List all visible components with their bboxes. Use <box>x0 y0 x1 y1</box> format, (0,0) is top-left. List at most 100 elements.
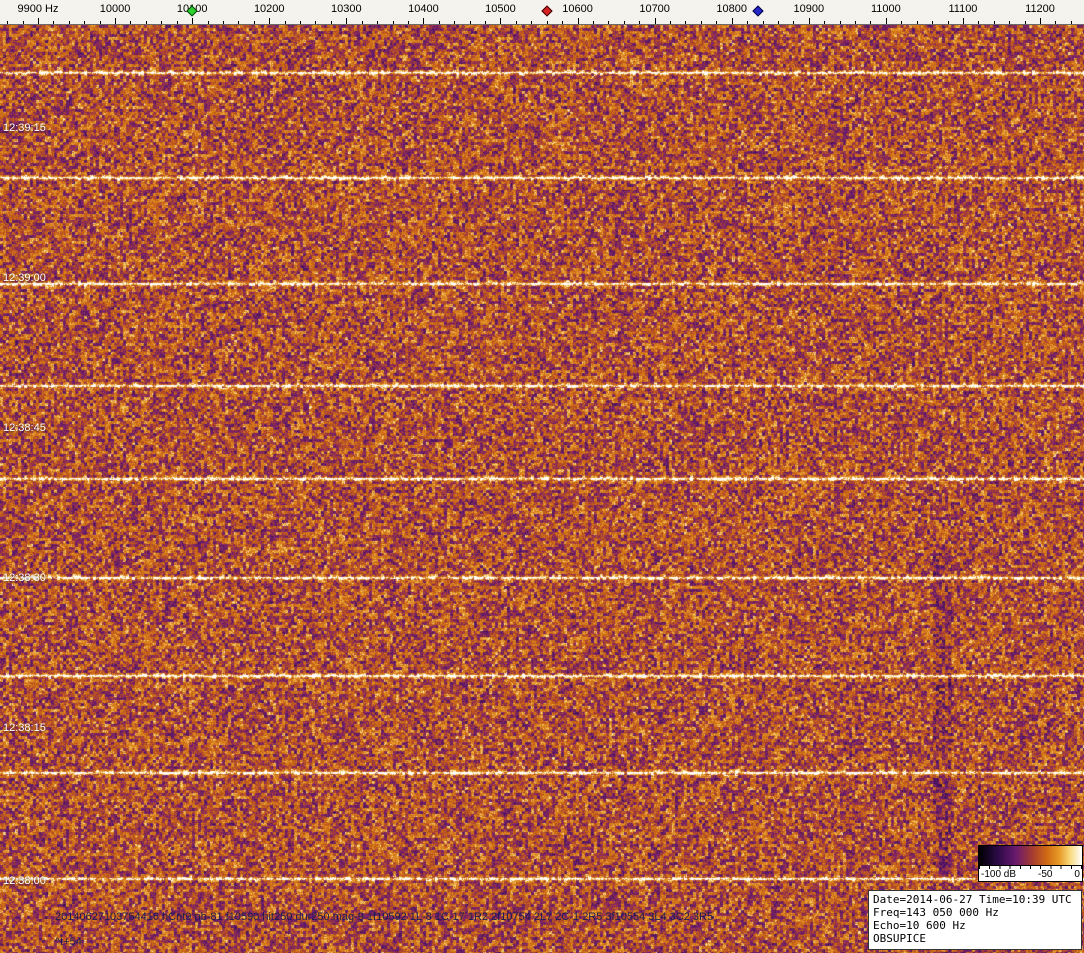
freq-tick <box>208 21 209 24</box>
freq-tick <box>1055 21 1056 24</box>
freq-tick <box>901 21 902 24</box>
freq-axis-label: 11100 <box>948 3 977 15</box>
scale-label-max: 0 <box>1074 869 1080 880</box>
freq-tick <box>732 18 733 24</box>
freq-tick <box>346 18 347 24</box>
time-label: 12:39:00 <box>3 272 46 284</box>
freq-tick <box>470 21 471 24</box>
freq-tick <box>716 21 717 24</box>
freq-axis-label: 10700 <box>639 3 670 15</box>
freq-tick <box>824 21 825 24</box>
freq-tick <box>53 21 54 24</box>
freq-tick <box>1040 18 1041 24</box>
freq-axis-label: 10300 <box>331 3 362 15</box>
freq-tick <box>285 21 286 24</box>
freq-tick <box>269 18 270 24</box>
intensity-scale-panel: -100 dB -50 0 <box>978 845 1083 882</box>
freq-tick <box>223 21 224 24</box>
freq-tick <box>978 21 979 24</box>
cursor-readout-text: ^t+54 <box>55 936 82 948</box>
freq-tick <box>300 21 301 24</box>
freq-axis-label: 10200 <box>254 3 285 15</box>
freq-tick <box>531 21 532 24</box>
freq-tick <box>1009 21 1010 24</box>
time-label: 12:39:15 <box>3 122 46 134</box>
freq-tick <box>439 21 440 24</box>
freq-tick <box>393 21 394 24</box>
freq-tick <box>747 21 748 24</box>
freq-tick <box>793 21 794 24</box>
info-station-name: OBSUPICE <box>873 932 1077 945</box>
intensity-gradient-bar <box>979 846 1082 866</box>
status-info-box: Date=2014-06-27 Time=10:39 UTC Freq=143 … <box>868 890 1082 950</box>
info-date-time: Date=2014-06-27 Time=10:39 UTC <box>873 893 1077 906</box>
freq-tick <box>192 18 193 24</box>
freq-marker-blue-icon[interactable] <box>752 5 763 16</box>
freq-tick <box>1071 21 1072 24</box>
freq-axis-label: 10000 <box>100 3 131 15</box>
freq-tick <box>578 18 579 24</box>
freq-tick <box>315 21 316 24</box>
freq-tick <box>69 21 70 24</box>
freq-tick <box>932 21 933 24</box>
freq-tick <box>963 18 964 24</box>
freq-axis-label: 10900 <box>794 3 825 15</box>
waterfall-area: 12:39:15 12:39:00 12:38:45 12:38:30 12:38:15… <box>0 25 1084 953</box>
freq-tick <box>593 21 594 24</box>
freq-tick <box>1025 21 1026 24</box>
freq-tick <box>423 18 424 24</box>
freq-tick <box>100 21 101 24</box>
scale-label-mid: -50 <box>1038 869 1052 880</box>
time-label: 12:38:45 <box>3 422 46 434</box>
freq-tick <box>870 21 871 24</box>
time-label: 12:38:00 <box>3 875 46 887</box>
freq-tick <box>855 21 856 24</box>
freq-tick <box>778 21 779 24</box>
scale-label-min: -100 dB <box>981 869 1016 880</box>
freq-tick <box>254 21 255 24</box>
freq-tick <box>7 21 8 24</box>
freq-axis-label: 10400 <box>408 3 439 15</box>
freq-tick <box>809 18 810 24</box>
freq-tick <box>454 21 455 24</box>
freq-tick <box>886 18 887 24</box>
freq-tick <box>115 18 116 24</box>
freq-axis-label: 10600 <box>562 3 593 15</box>
freq-tick <box>994 21 995 24</box>
freq-tick <box>701 21 702 24</box>
freq-tick <box>38 18 39 24</box>
freq-tick <box>840 21 841 24</box>
freq-tick <box>485 21 486 24</box>
freq-tick <box>547 21 548 24</box>
freq-tick <box>408 21 409 24</box>
freq-tick <box>331 21 332 24</box>
freq-tick <box>146 21 147 24</box>
freq-tick <box>500 18 501 24</box>
freq-tick <box>948 21 949 24</box>
freq-tick <box>624 21 625 24</box>
freq-axis-label: 10800 <box>716 3 747 15</box>
freq-tick <box>377 21 378 24</box>
freq-tick <box>238 21 239 24</box>
spectrogram-canvas <box>0 25 1084 953</box>
freq-tick <box>608 21 609 24</box>
freq-tick <box>130 21 131 24</box>
freq-tick <box>84 21 85 24</box>
freq-axis-label: 9900 Hz <box>18 3 59 15</box>
intensity-scale-labels: -100 dB -50 0 <box>979 869 1082 881</box>
freq-tick <box>655 18 656 24</box>
info-echo-frequency: Echo=10 600 Hz <box>873 919 1077 932</box>
freq-tick <box>516 21 517 24</box>
freq-tick <box>362 21 363 24</box>
freq-tick <box>685 21 686 24</box>
freq-tick <box>639 21 640 24</box>
freq-axis-label: 11000 <box>871 3 901 15</box>
frequency-axis: 9900 Hz100001010010200103001040010500106… <box>0 0 1084 25</box>
freq-tick <box>161 21 162 24</box>
freq-tick <box>177 21 178 24</box>
freq-tick <box>917 21 918 24</box>
time-label: 12:38:15 <box>3 722 46 734</box>
freq-tick <box>562 21 563 24</box>
freq-marker-red-icon[interactable] <box>541 5 552 16</box>
freq-tick <box>23 21 24 24</box>
